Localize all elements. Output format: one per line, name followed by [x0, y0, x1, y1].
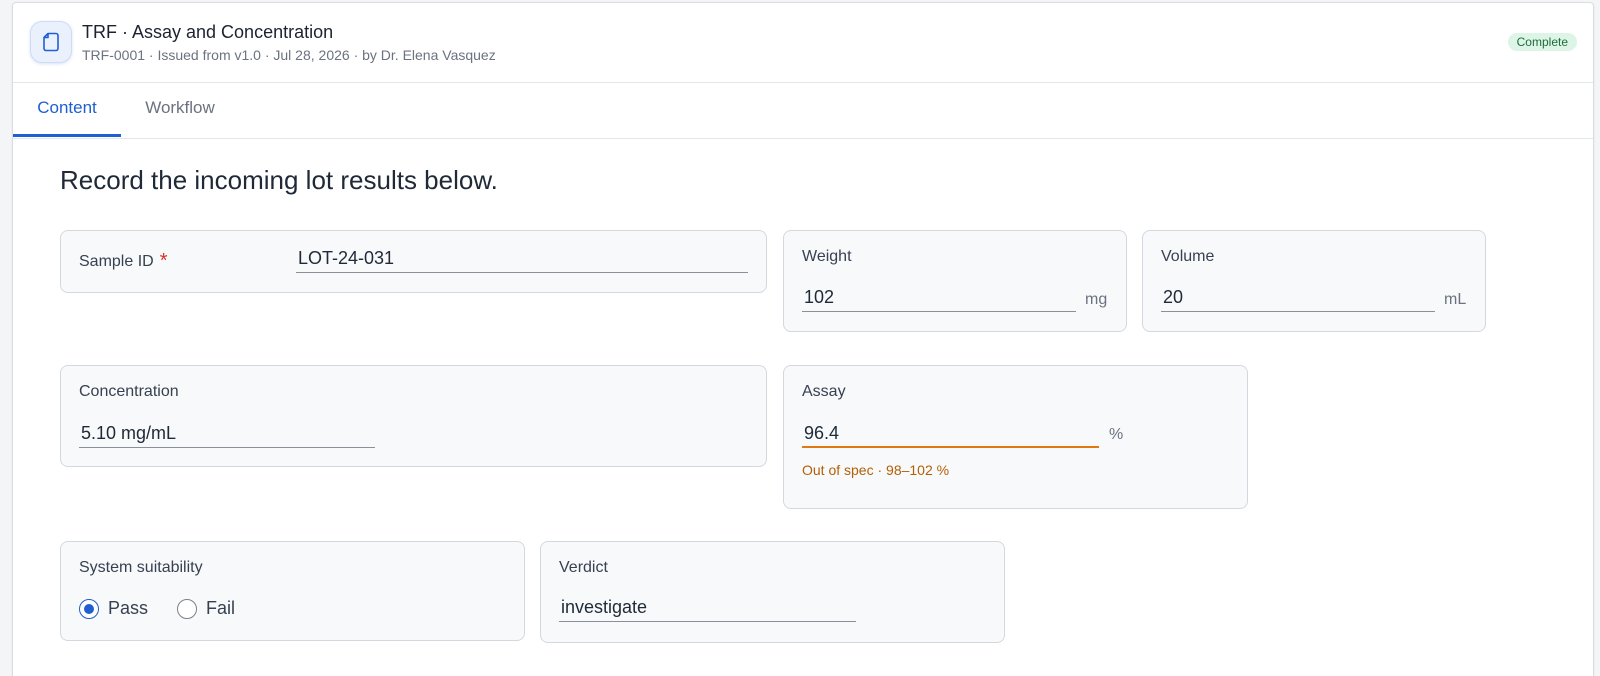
volume-field: Volume 20 mL [1142, 230, 1486, 332]
form-card: TRF · Assay and Concentration TRF-0001 ·… [12, 2, 1594, 676]
document-icon [30, 21, 72, 63]
weight-field: Weight 102 mg [783, 230, 1127, 332]
tab-bar: Content Workflow [13, 83, 1593, 139]
volume-label: Volume [1161, 248, 1215, 265]
radio-pass-label[interactable]: Pass [108, 598, 148, 619]
verdict-input[interactable]: investigate [559, 592, 856, 622]
weight-unit: mg [1085, 291, 1108, 308]
system-suitability-label: System suitability [79, 559, 203, 576]
page-title: TRF · Assay and Concentration [82, 22, 334, 42]
radio-fail[interactable] [177, 598, 198, 619]
radio-pass[interactable] [79, 598, 99, 619]
status-badge: Complete [1507, 33, 1577, 51]
sample-id-label: Sample ID * [79, 249, 168, 272]
sample-id-input[interactable]: LOT-24-031 [296, 243, 748, 273]
tab-workflow[interactable]: Workflow [121, 83, 239, 139]
out-of-spec-warning: Out of spec · 98–102 % [802, 462, 950, 478]
form-instructions: Record the incoming lot results below. [60, 165, 498, 195]
system-suitability-radio-group: Pass Fail [79, 598, 264, 619]
tab-content[interactable]: Content [13, 83, 121, 139]
assay-input[interactable]: 96.4 [802, 418, 1099, 448]
sample-id-field: Sample ID * LOT-24-031 [60, 230, 767, 293]
concentration-field: Concentration 5.10 mg/mL [60, 365, 767, 467]
weight-input[interactable]: 102 [802, 282, 1076, 312]
verdict-label: Verdict [559, 559, 608, 576]
concentration-input[interactable]: 5.10 mg/mL [79, 418, 375, 448]
concentration-label: Concentration [79, 383, 179, 400]
radio-fail-label[interactable]: Fail [206, 598, 235, 619]
sample-id-label-text: Sample ID [79, 253, 154, 270]
system-suitability-field: System suitability Pass Fail [60, 541, 525, 641]
weight-label: Weight [802, 248, 852, 265]
assay-field: Assay 96.4 % Out of spec · 98–102 % [783, 365, 1248, 509]
document-meta: TRF-0001 · Issued from v1.0 · Jul 28, 20… [82, 47, 496, 63]
volume-unit: mL [1444, 291, 1467, 308]
assay-unit: % [1109, 426, 1124, 443]
volume-input[interactable]: 20 [1161, 282, 1435, 312]
assay-label: Assay [802, 383, 846, 400]
verdict-field: Verdict investigate [540, 541, 1005, 643]
active-tab-indicator [13, 134, 121, 137]
required-indicator: * [159, 250, 168, 272]
form-header: TRF · Assay and Concentration TRF-0001 ·… [13, 3, 1593, 83]
